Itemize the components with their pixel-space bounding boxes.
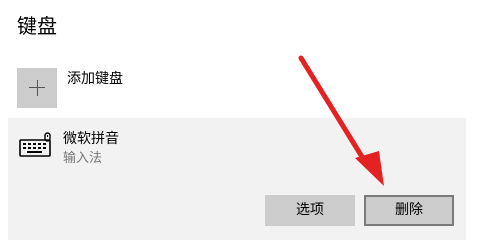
delete-button[interactable]: 删除	[364, 195, 454, 226]
section-title: 键盘	[17, 14, 57, 38]
keyboard-list-item[interactable]: 微软拼音 输入法 选项 删除	[8, 118, 466, 240]
keyboard-name: 微软拼音	[63, 131, 119, 147]
plus-icon	[17, 68, 57, 108]
add-keyboard-button[interactable]: 添加键盘	[17, 68, 277, 108]
keyboard-settings-page: 键盘 添加键盘 微软拼音 输入法 选项 删除	[0, 0, 498, 250]
keyboard-type-label: 输入法	[63, 151, 103, 166]
options-button[interactable]: 选项	[265, 195, 355, 226]
add-keyboard-label: 添加键盘	[67, 71, 123, 87]
keyboard-icon	[19, 132, 51, 157]
